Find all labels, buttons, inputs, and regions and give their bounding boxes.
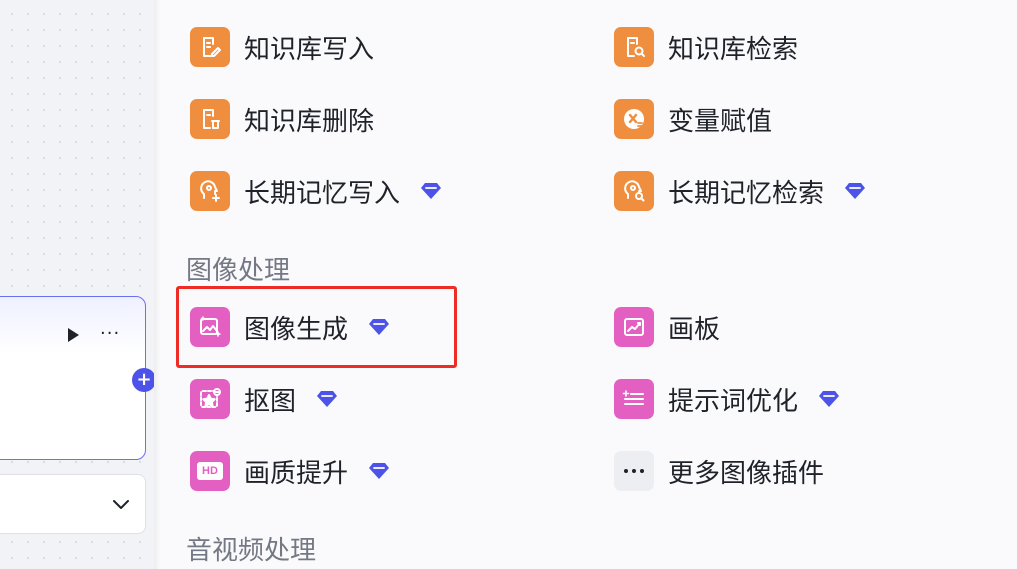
node-item-knowledge-write[interactable]: 知识库写入 (190, 27, 374, 67)
knowledge-write-icon (190, 27, 230, 67)
node-item-cutout[interactable]: 抠图 (190, 379, 340, 419)
node-item-label: 画质提升 (244, 458, 349, 489)
node-item-variable-assign[interactable]: 变量赋值 (614, 99, 772, 139)
highlight-annotation (176, 286, 457, 368)
section-title-audio-video: 音视频处理 (186, 536, 317, 566)
plus-icon: + (136, 369, 152, 390)
chevron-down-icon[interactable] (112, 496, 130, 510)
premium-gem-icon (368, 460, 392, 482)
node-item-canvas-board[interactable]: 画板 (614, 307, 720, 347)
prompt-optimize-icon (614, 379, 654, 419)
premium-gem-icon (316, 388, 340, 410)
node-item-label: 变量赋值 (668, 106, 773, 137)
node-item-label: 提示词优化 (668, 386, 799, 417)
add-node-port[interactable]: + (132, 368, 156, 392)
knowledge-delete-icon (190, 99, 230, 139)
node-item-label: 知识库检索 (668, 34, 799, 65)
variable-assign-icon (614, 99, 654, 139)
node-item-knowledge-search[interactable]: 知识库检索 (614, 27, 798, 67)
node-item-label: 知识库删除 (244, 106, 375, 137)
play-icon (68, 328, 79, 342)
cutout-icon (190, 379, 230, 419)
node-item-prompt-optimize[interactable]: 提示词优化 (614, 379, 842, 419)
hd-upscale-icon: HD (190, 451, 230, 491)
node-item-label: 画板 (668, 314, 721, 345)
canvas-board-icon (614, 307, 654, 347)
section-title-image: 图像处理 (186, 256, 291, 286)
node-item-hd-upscale[interactable]: HD 画质提升 (190, 451, 392, 491)
node-item-memory-search[interactable]: 长期记忆检索 (614, 171, 868, 211)
workflow-node-card[interactable] (0, 296, 146, 460)
premium-gem-icon (844, 180, 868, 202)
node-item-label: 长期记忆检索 (668, 178, 825, 209)
node-more-button[interactable]: ··· (100, 324, 130, 344)
premium-gem-icon (420, 180, 444, 202)
node-item-more-image-plugins[interactable]: 更多图像插件 (614, 451, 824, 491)
node-item-label: 知识库写入 (244, 34, 375, 65)
run-node-button[interactable] (64, 326, 82, 344)
more-dots-icon (614, 451, 654, 491)
node-item-label: 长期记忆写入 (244, 178, 401, 209)
knowledge-search-icon (614, 27, 654, 67)
memory-write-icon (190, 171, 230, 211)
node-item-label: 更多图像插件 (668, 458, 825, 489)
node-item-label: 抠图 (244, 386, 297, 417)
panel-divider (154, 0, 160, 569)
node-item-memory-write[interactable]: 长期记忆写入 (190, 171, 444, 211)
node-item-knowledge-delete[interactable]: 知识库删除 (190, 99, 374, 139)
memory-search-icon (614, 171, 654, 211)
premium-gem-icon (818, 388, 842, 410)
